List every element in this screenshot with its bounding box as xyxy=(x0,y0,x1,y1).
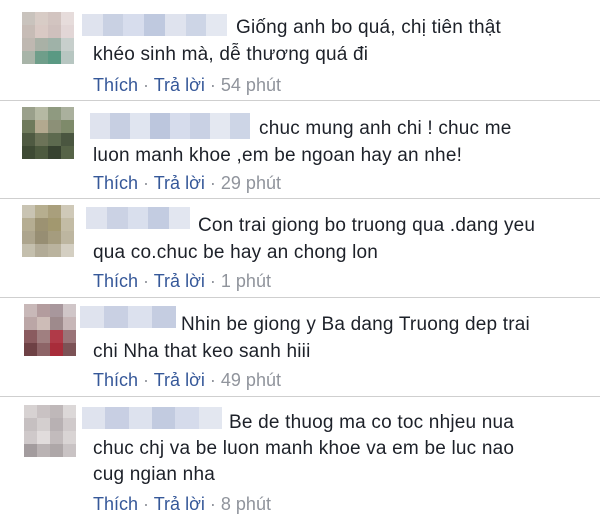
comment-actions: Thích · Trả lời · 1 phút xyxy=(93,270,271,292)
comment-text: luon manh khoe ,em be ngoan hay an nhe! xyxy=(93,145,463,166)
avatar[interactable] xyxy=(22,12,74,64)
like-link[interactable]: Thích xyxy=(93,271,138,291)
comment-text: khéo sinh mà, dễ thương quá đi xyxy=(93,44,369,65)
comment-actions: Thích · Trả lời · 54 phút xyxy=(93,74,281,96)
blurred-author-name[interactable] xyxy=(82,407,222,429)
comment-text: Con trai giong bo truong qua .dang yeu xyxy=(198,215,536,236)
like-link[interactable]: Thích xyxy=(93,173,138,193)
comment-actions: Thích · Trả lời · 49 phút xyxy=(93,369,281,391)
comment-item: Giống anh bo quá, chị tiên thật khéo sin… xyxy=(0,0,600,100)
comment-text: Nhin be giong y Ba dang Truong dep trai xyxy=(181,314,530,335)
separator-dot: · xyxy=(143,494,150,514)
avatar[interactable] xyxy=(22,107,74,159)
reply-link[interactable]: Trả lời xyxy=(154,494,205,514)
comment-item: chuc mung anh chi ! chuc me luon manh kh… xyxy=(0,101,600,198)
reply-link[interactable]: Trả lời xyxy=(154,75,205,95)
like-link[interactable]: Thích xyxy=(93,494,138,514)
blurred-author-name[interactable] xyxy=(80,306,176,328)
reply-link[interactable]: Trả lời xyxy=(154,370,205,390)
comment-text: chi Nha that keo sanh hiii xyxy=(93,341,311,362)
comment-actions: Thích · Trả lời · 29 phút xyxy=(93,172,281,194)
comment-timestamp[interactable]: 49 phút xyxy=(221,370,281,390)
separator-dot: · xyxy=(209,271,216,291)
comment-text: Giống anh bo quá, chị tiên thật xyxy=(236,17,502,38)
comment-text: qua co.chuc be hay an chong lon xyxy=(93,242,379,263)
separator-dot: · xyxy=(143,271,150,291)
like-link[interactable]: Thích xyxy=(93,370,138,390)
like-link[interactable]: Thích xyxy=(93,75,138,95)
comment-item: Con trai giong bo truong qua .dang yeu q… xyxy=(0,199,600,297)
comment-timestamp[interactable]: 54 phút xyxy=(221,75,281,95)
comment-timestamp[interactable]: 29 phút xyxy=(221,173,281,193)
comment-text: cug ngian nha xyxy=(93,464,215,485)
blurred-author-name[interactable] xyxy=(86,207,190,229)
avatar[interactable] xyxy=(24,304,76,356)
comment-text: chuc mung anh chi ! chuc me xyxy=(259,118,512,139)
reply-link[interactable]: Trả lời xyxy=(154,271,205,291)
separator-dot: · xyxy=(209,173,216,193)
comment-timestamp[interactable]: 8 phút xyxy=(221,494,271,514)
separator-dot: · xyxy=(209,370,216,390)
comment-item: Be de thuog ma co toc nhjeu nua chuc chj… xyxy=(0,397,600,525)
comment-actions: Thích · Trả lời · 8 phút xyxy=(93,493,271,515)
reply-link[interactable]: Trả lời xyxy=(154,173,205,193)
avatar[interactable] xyxy=(24,405,76,457)
avatar[interactable] xyxy=(22,205,74,257)
separator-dot: · xyxy=(143,370,150,390)
blurred-author-name[interactable] xyxy=(90,113,250,139)
blurred-author-name[interactable] xyxy=(82,14,227,36)
separator-dot: · xyxy=(143,173,150,193)
comment-timestamp[interactable]: 1 phút xyxy=(221,271,271,291)
separator-dot: · xyxy=(143,75,150,95)
comment-item: Nhin be giong y Ba dang Truong dep trai … xyxy=(0,298,600,396)
comment-text: Be de thuog ma co toc nhjeu nua xyxy=(229,412,515,433)
separator-dot: · xyxy=(209,494,216,514)
separator-dot: · xyxy=(209,75,216,95)
comment-text: chuc chj va be luon manh khoe va em be l… xyxy=(93,438,515,459)
